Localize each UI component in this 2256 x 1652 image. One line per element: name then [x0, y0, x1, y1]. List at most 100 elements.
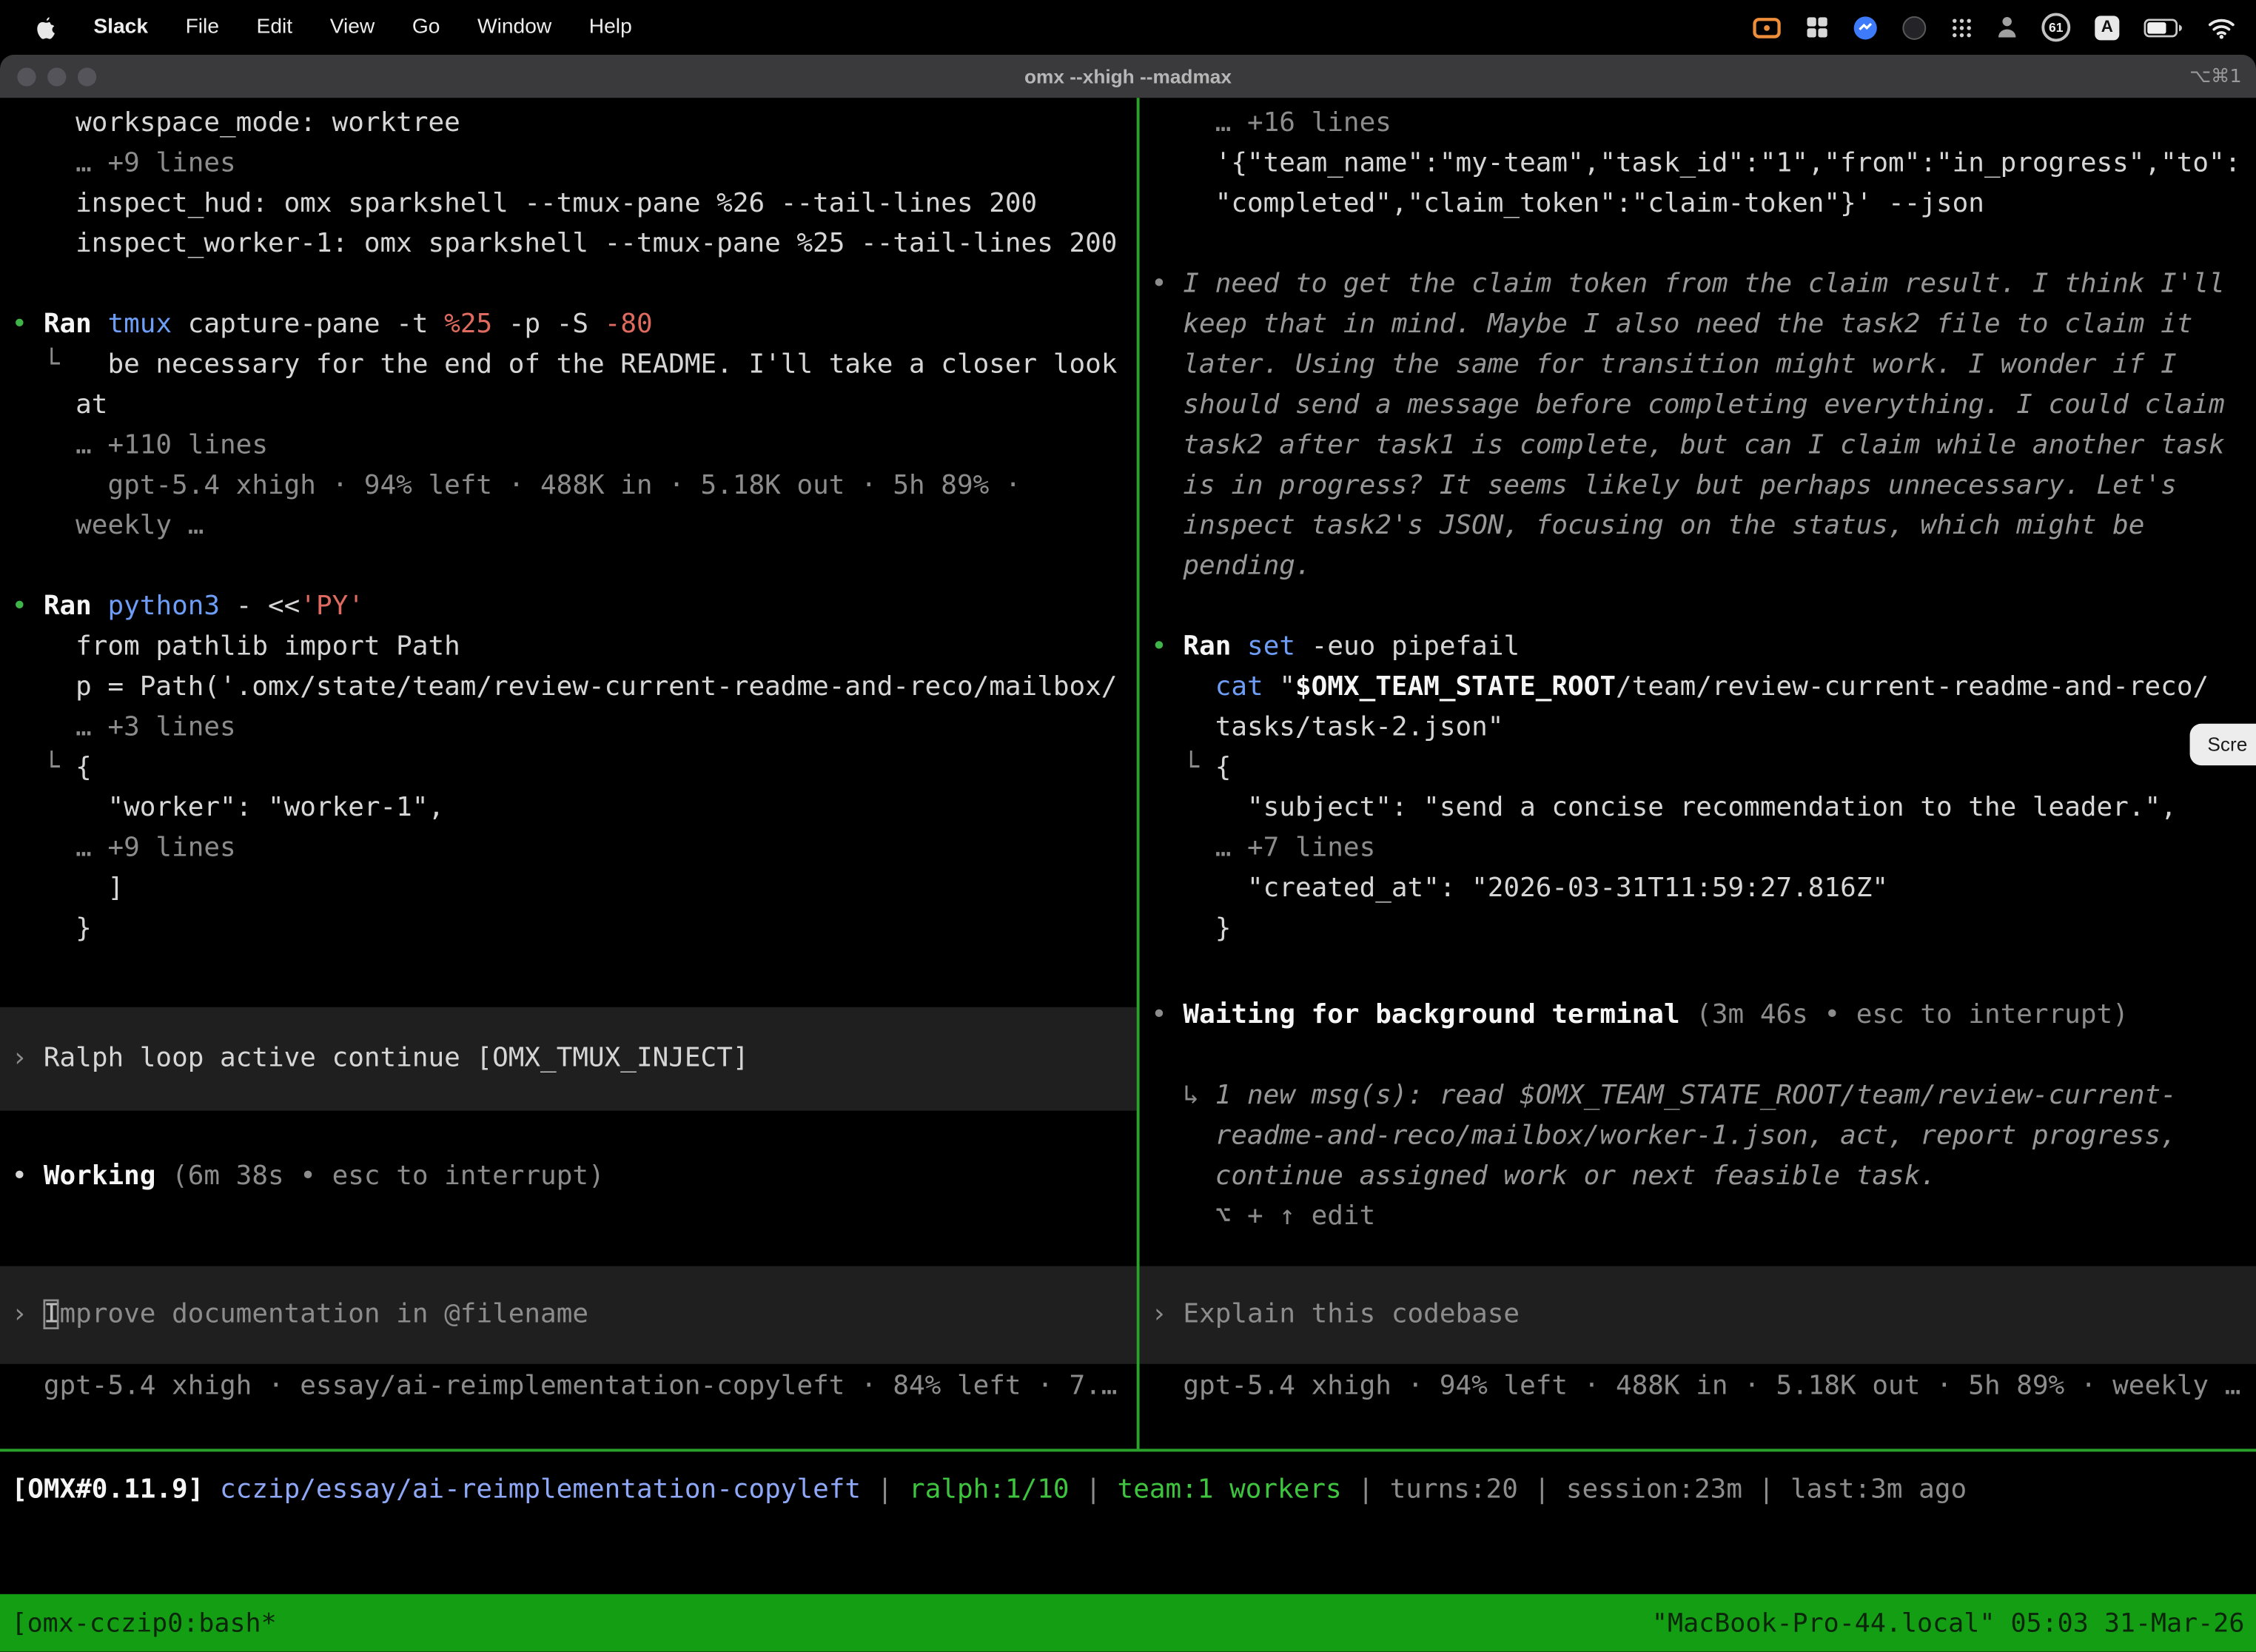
terminal-line: inspect task2's JSON, focusing on the st…: [1151, 506, 2256, 546]
terminal-line: └ be necessary for the end of the README…: [12, 346, 1137, 386]
status-separator-line: [0, 1448, 2256, 1451]
ran-python-block: • Ran python3 - <<'PY' from pathlib impo…: [12, 587, 1137, 950]
terminal-line: "created_at": "2026-03-31T11:59:27.816Z": [1151, 869, 2256, 909]
terminal-line: • I need to get the claim token from the…: [1151, 265, 2256, 305]
terminal-line: '{"team_name":"my-team","task_id":"1","f…: [1151, 144, 2256, 184]
terminal-line: at: [12, 386, 1137, 426]
minimize-button[interactable]: [47, 67, 66, 85]
working-status: • Working (6m 38s • esc to interrupt): [12, 1157, 1137, 1197]
json-output-block: … +16 lines '{"team_name":"my-team","tas…: [1151, 104, 2256, 224]
tmux-panes: workspace_mode: worktree … +9 lines insp…: [0, 98, 2256, 1448]
window-title: omx --xhigh --madmax: [0, 65, 2256, 87]
window-grid-icon[interactable]: [1806, 16, 1829, 38]
dots-grid-icon[interactable]: [1951, 16, 1973, 38]
battery-icon[interactable]: [2143, 18, 2182, 36]
terminal-line: ⌥ + ↑ edit: [1151, 1197, 2256, 1237]
terminal-line: p = Path('.omx/state/team/review-current…: [12, 668, 1137, 708]
terminal-line: … +110 lines: [12, 426, 1137, 466]
utility-app-icon[interactable]: [1997, 16, 2017, 38]
terminal-content: workspace_mode: worktree … +9 lines insp…: [0, 98, 2256, 1651]
tmux-session-label: [omx-cczip0:bash*: [12, 1608, 277, 1638]
terminal-line: └ {: [12, 748, 1137, 788]
tmux-status-bar: [omx-cczip0:bash* "MacBook-Pro-44.local"…: [0, 1594, 2256, 1652]
terminal-line: should send a message before completing …: [1151, 386, 2256, 426]
terminal-line: inspect_hud: omx sparkshell --tmux-pane …: [12, 184, 1137, 224]
ran-tmux-capture-block: • Ran tmux capture-pane -t %25 -p -S -80…: [12, 305, 1137, 547]
menu-item-go[interactable]: Go: [412, 16, 440, 38]
screenshot-overlay-button[interactable]: Scre: [2190, 724, 2256, 765]
prompt-input-right[interactable]: › Explain this codebase: [1140, 1266, 2256, 1364]
terminal-line: gpt-5.4 xhigh · 94% left · 488K in · 5.1…: [1151, 1367, 2256, 1407]
pane-footer-right: gpt-5.4 xhigh · 94% left · 488K in · 5.1…: [1151, 1367, 2256, 1407]
omx-status-line: [OMX#0.11.9] cczip/essay/ai-reimplementa…: [0, 1471, 2256, 1511]
tmux-host-clock-label: "MacBook-Pro-44.local" 05:03 31-Mar-26: [1652, 1608, 2245, 1638]
terminal-line: inspect_worker-1: omx sparkshell --tmux-…: [12, 224, 1137, 264]
terminal-line: }: [1151, 910, 2256, 950]
terminal-line: later. Using the same for transition mig…: [1151, 346, 2256, 386]
menu-item-edit[interactable]: Edit: [257, 16, 293, 38]
menu-bar: Slack File Edit View Go Window Help: [0, 0, 2256, 55]
terminal-line: ↳ 1 new msg(s): read $OMX_TEAM_STATE_ROO…: [1151, 1076, 2256, 1116]
pane-footer-left: gpt-5.4 xhigh · essay/ai-reimplementatio…: [12, 1367, 1137, 1407]
terminal-line: "completed","claim_token":"claim-token"}…: [1151, 184, 2256, 224]
wifi-icon[interactable]: [2207, 16, 2236, 38]
terminal-line: • Ran tmux capture-pane -t %25 -p -S -80: [12, 305, 1137, 345]
terminal-line: from pathlib import Path: [12, 628, 1137, 668]
terminal-line: gpt-5.4 xhigh · 94% left · 488K in · 5.1…: [12, 466, 1137, 506]
prompt-input-left[interactable]: › Improve documentation in @filename: [0, 1266, 1137, 1364]
terminal-line: workspace_mode: worktree: [12, 104, 1137, 144]
terminal-line: }: [12, 910, 1137, 950]
terminal-line: › Explain this codebase: [1151, 1295, 2256, 1334]
terminal-line: "subject": "send a concise recommendatio…: [1151, 788, 2256, 828]
config-block: workspace_mode: worktree … +9 lines insp…: [12, 104, 1137, 265]
terminal-line: • Ran set -euo pipefail: [1151, 628, 2256, 668]
apple-menu-icon[interactable]: [35, 15, 56, 39]
dark-app-icon[interactable]: [1902, 15, 1927, 39]
terminal-line: tasks/task-2.json": [1151, 708, 2256, 748]
terminal-line: keep that in mind. Maybe I also need the…: [1151, 305, 2256, 345]
terminal-line: pending.: [1151, 547, 2256, 587]
mailbox-message-block: ↳ 1 new msg(s): read $OMX_TEAM_STATE_ROO…: [1151, 1076, 2256, 1238]
desktop-screen: Slack File Edit View Go Window Help: [0, 0, 2256, 1652]
terminal-line: … +16 lines: [1151, 104, 2256, 144]
terminal-pane-left[interactable]: workspace_mode: worktree … +9 lines insp…: [0, 98, 1137, 1448]
terminal-line: … +9 lines: [12, 144, 1137, 184]
menu-item-app[interactable]: Slack: [93, 16, 148, 38]
terminal-window: omx --xhigh --madmax ⌥⌘1 workspace_mode:…: [0, 55, 2256, 1652]
input-source-icon[interactable]: A: [2095, 15, 2119, 39]
terminal-line: … +7 lines: [1151, 829, 2256, 869]
menu-item-view[interactable]: View: [330, 16, 375, 38]
battery-gauge-widget[interactable]: 61: [2041, 13, 2070, 41]
terminal-line: is in progress? It seems likely but perh…: [1151, 466, 2256, 506]
terminal-line: cat "$OMX_TEAM_STATE_ROOT/team/review-cu…: [1151, 668, 2256, 708]
terminal-line: • Working (6m 38s • esc to interrupt): [12, 1157, 1137, 1197]
terminal-line: task2 after task1 is complete, but can I…: [1151, 426, 2256, 466]
menu-item-help[interactable]: Help: [589, 16, 632, 38]
screen-recording-icon[interactable]: [1753, 16, 1782, 38]
inject-banner: › Ralph loop active continue [OMX_TMUX_I…: [0, 1007, 1137, 1111]
window-titlebar[interactable]: omx --xhigh --madmax ⌥⌘1: [0, 55, 2256, 98]
blue-app-icon[interactable]: [1853, 15, 1878, 39]
terminal-pane-right[interactable]: … +16 lines '{"team_name":"my-team","tas…: [1140, 98, 2256, 1448]
window-shortcut-hint: ⌥⌘1: [2189, 65, 2241, 87]
waiting-status: • Waiting for background terminal (3m 46…: [1151, 995, 2256, 1035]
terminal-line: • Ran python3 - <<'PY': [12, 587, 1137, 627]
terminal-line: "worker": "worker-1",: [12, 788, 1137, 828]
close-button[interactable]: [17, 67, 36, 85]
terminal-line: [OMX#0.11.9] cczip/essay/ai-reimplementa…: [12, 1471, 2256, 1511]
zoom-button[interactable]: [78, 67, 96, 85]
terminal-line: • Waiting for background terminal (3m 46…: [1151, 995, 2256, 1035]
terminal-line: … +3 lines: [12, 708, 1137, 748]
terminal-line: › Ralph loop active continue [OMX_TMUX_I…: [12, 1038, 1137, 1078]
terminal-line: … +9 lines: [12, 829, 1137, 869]
terminal-line: gpt-5.4 xhigh · essay/ai-reimplementatio…: [12, 1367, 1137, 1407]
terminal-line: ]: [12, 869, 1137, 909]
terminal-line: continue assigned work or next feasible …: [1151, 1157, 2256, 1197]
terminal-line: readme-and-reco/mailbox/worker-1.json, a…: [1151, 1116, 2256, 1156]
menu-item-window[interactable]: Window: [477, 16, 551, 38]
terminal-line: › Improve documentation in @filename: [12, 1295, 1137, 1334]
ran-cat-task-block: • Ran set -euo pipefail cat "$OMX_TEAM_S…: [1151, 628, 2256, 950]
terminal-line: weekly …: [12, 506, 1137, 546]
traffic-lights: [0, 67, 96, 85]
menu-item-file[interactable]: File: [186, 16, 219, 38]
